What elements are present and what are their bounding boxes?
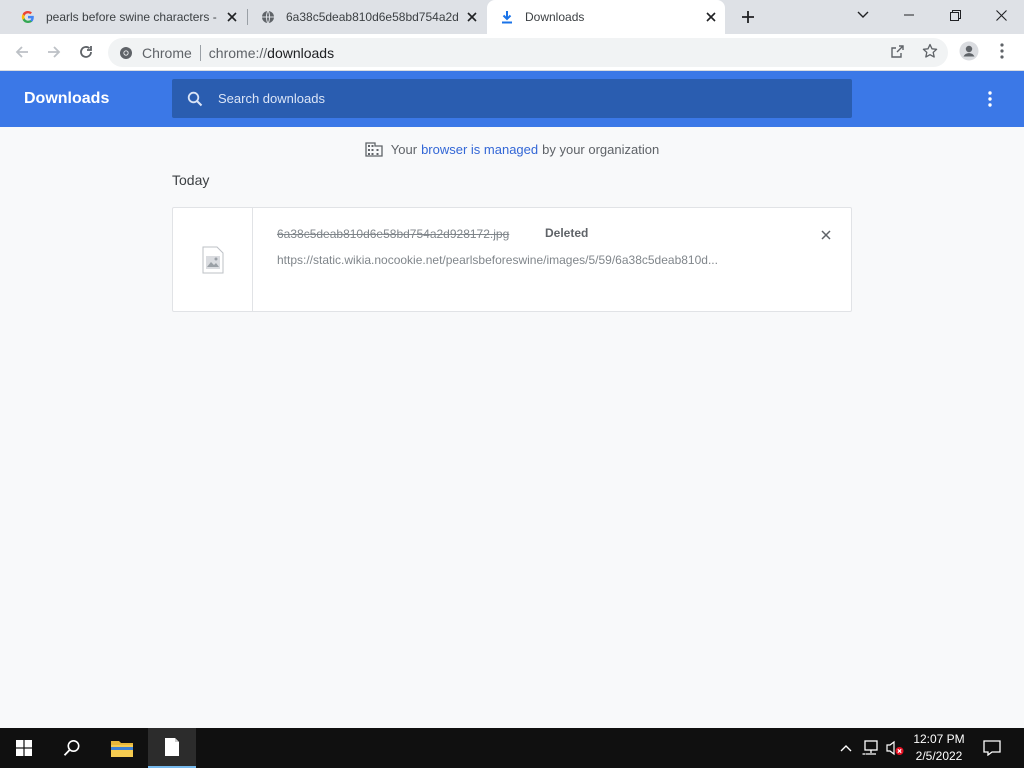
notepad-taskbar-button[interactable] bbox=[148, 728, 196, 768]
url-path: downloads bbox=[267, 44, 335, 61]
omnibox-divider bbox=[199, 44, 201, 61]
close-icon[interactable] bbox=[224, 9, 240, 25]
search-input[interactable] bbox=[218, 91, 818, 106]
windows-logo-icon bbox=[16, 740, 32, 756]
close-icon[interactable] bbox=[703, 9, 719, 25]
chrome-icon bbox=[119, 46, 133, 60]
back-button[interactable] bbox=[10, 40, 34, 64]
start-button[interactable] bbox=[0, 728, 48, 768]
managed-suffix: by your organization bbox=[542, 141, 660, 157]
download-filename[interactable]: 6a38c5deab810d6e58bd754a2d928172.jpg bbox=[277, 227, 509, 241]
download-status: Deleted bbox=[545, 226, 589, 240]
download-icon bbox=[499, 9, 515, 25]
clock-time: 12:07 PM bbox=[913, 732, 965, 746]
search-box[interactable] bbox=[172, 79, 852, 118]
google-g-icon bbox=[20, 9, 36, 25]
chevron-up-icon bbox=[840, 745, 852, 752]
reload-button[interactable] bbox=[74, 40, 98, 64]
profile-avatar-icon[interactable] bbox=[957, 39, 981, 63]
document-icon bbox=[165, 738, 179, 756]
tab-strip: pearls before swine characters - Goo 6a3… bbox=[0, 0, 1024, 34]
taskbar-search-button[interactable] bbox=[48, 728, 96, 768]
image-file-icon bbox=[202, 246, 223, 273]
date-heading: Today bbox=[172, 172, 210, 188]
tab-title: 6a38c5deab810d6e58bd754a2d928172.jpg bbox=[286, 10, 458, 24]
managed-notice: Your browser is managed by your organiza… bbox=[0, 139, 1024, 159]
download-item: 6a38c5deab810d6e58bd754a2d928172.jpg Del… bbox=[172, 207, 852, 312]
taskbar-clock[interactable]: 12:07 PM 2/5/2022 bbox=[904, 731, 974, 765]
download-source-url[interactable]: https://static.wikia.nocookie.net/pearls… bbox=[277, 253, 777, 267]
tab-downloads[interactable]: Downloads bbox=[487, 0, 725, 34]
downloads-header: Downloads bbox=[0, 71, 1024, 127]
show-hidden-icons-button[interactable] bbox=[836, 728, 856, 768]
share-icon[interactable] bbox=[885, 39, 909, 63]
notification-icon bbox=[983, 740, 1001, 756]
page-title: Downloads bbox=[24, 90, 110, 107]
tab-image-file[interactable]: 6a38c5deab810d6e58bd754a2d928172.jpg bbox=[248, 0, 486, 34]
close-icon bbox=[821, 230, 831, 240]
file-explorer-button[interactable] bbox=[98, 728, 146, 768]
folder-icon bbox=[111, 741, 133, 757]
close-icon[interactable] bbox=[464, 9, 480, 25]
search-icon bbox=[63, 740, 80, 756]
browser-toolbar: Chrome chrome://downloads bbox=[0, 34, 1024, 71]
browser-managed-link[interactable]: browser is managed bbox=[421, 142, 538, 157]
site-chip: Chrome bbox=[142, 44, 192, 61]
building-icon bbox=[365, 140, 383, 158]
new-tab-button[interactable] bbox=[736, 5, 760, 29]
search-icon bbox=[186, 90, 204, 108]
action-center-button[interactable] bbox=[980, 728, 1004, 768]
tab-title: Downloads bbox=[525, 10, 585, 24]
url-scheme: chrome:// bbox=[208, 44, 268, 61]
globe-icon bbox=[260, 9, 276, 25]
forward-button[interactable] bbox=[42, 40, 66, 64]
volume-muted-icon[interactable] bbox=[884, 728, 906, 768]
file-thumbnail bbox=[173, 208, 253, 311]
windows-taskbar: 12:07 PM 2/5/2022 bbox=[0, 728, 1024, 768]
more-actions-icon[interactable] bbox=[978, 87, 1002, 111]
network-icon[interactable] bbox=[860, 728, 882, 768]
managed-prefix: Your bbox=[390, 141, 418, 157]
restore-button[interactable] bbox=[932, 0, 978, 30]
address-bar[interactable]: Chrome chrome://downloads bbox=[108, 38, 948, 67]
remove-from-list-button[interactable] bbox=[816, 225, 836, 245]
bookmark-star-icon[interactable] bbox=[918, 39, 942, 63]
tab-title: pearls before swine characters - Goo bbox=[46, 10, 218, 24]
close-window-button[interactable] bbox=[978, 0, 1024, 30]
clock-date: 2/5/2022 bbox=[915, 749, 963, 763]
tab-search-button[interactable] bbox=[840, 0, 886, 30]
minimize-button[interactable] bbox=[886, 0, 932, 30]
chrome-menu-icon[interactable] bbox=[990, 39, 1014, 63]
url-text: chrome://downloads bbox=[209, 45, 334, 61]
tab-google-search[interactable]: pearls before swine characters - Goo bbox=[0, 0, 246, 34]
